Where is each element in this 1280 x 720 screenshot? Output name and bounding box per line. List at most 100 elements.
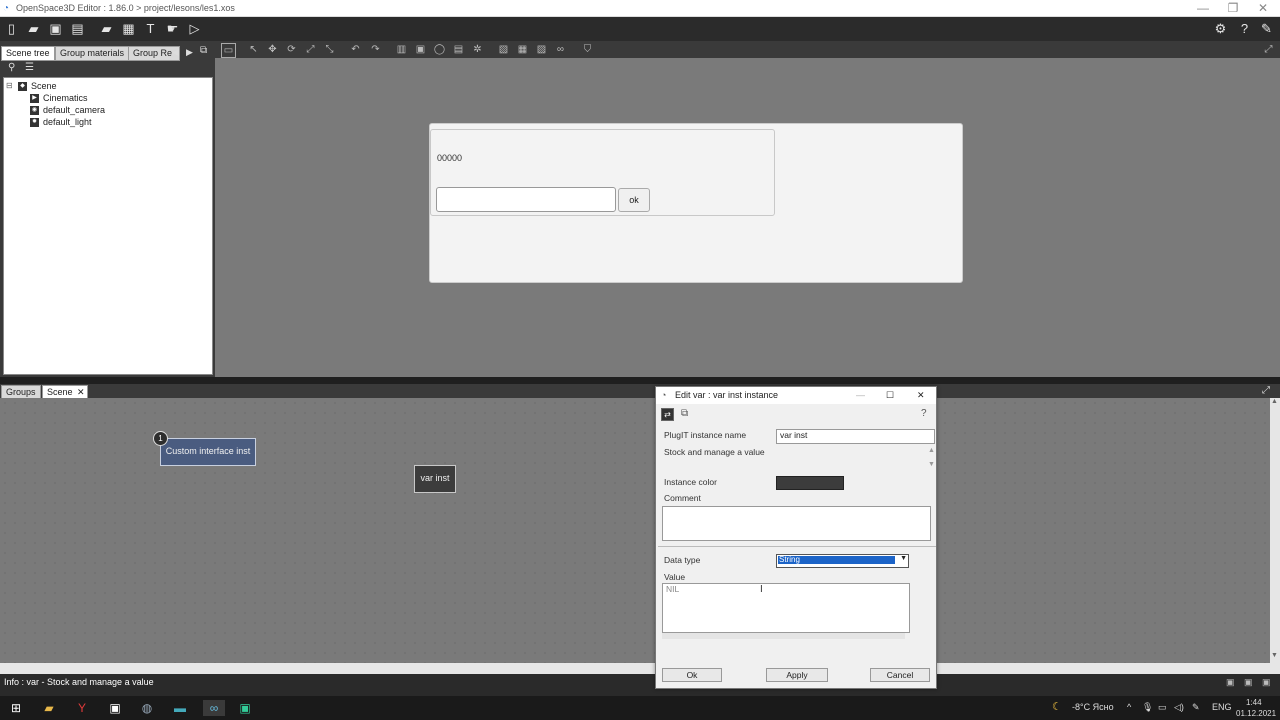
- volume-icon[interactable]: ◁): [1174, 702, 1184, 713]
- clock-time[interactable]: 1:44: [1246, 698, 1262, 707]
- sphere-icon[interactable]: ◯: [433, 43, 446, 56]
- panel-splitter[interactable]: [0, 377, 1280, 384]
- scale-icon[interactable]: ⤢: [304, 43, 317, 56]
- language-indicator[interactable]: ENG: [1212, 702, 1232, 712]
- node-var-inst[interactable]: var inst: [414, 465, 456, 493]
- microphone-icon[interactable]: 🎙: [1142, 702, 1153, 713]
- save-as-icon[interactable]: ▤: [69, 20, 86, 37]
- scroll-up-icon[interactable]: ▲: [1271, 398, 1278, 405]
- tab-scene-tree[interactable]: Scene tree: [1, 46, 55, 61]
- table-icon[interactable]: ▦: [120, 20, 137, 37]
- save-icon[interactable]: ▣: [47, 20, 64, 37]
- panel-ok-button[interactable]: ok: [618, 188, 650, 212]
- dialog-help-icon[interactable]: ?: [921, 408, 927, 419]
- move-icon[interactable]: ✥: [266, 43, 279, 56]
- network-icon[interactable]: ▭: [1158, 702, 1167, 713]
- collapse-icon[interactable]: ⊟: [6, 81, 13, 90]
- node-badge: 1: [153, 431, 168, 446]
- redo-icon[interactable]: ↷: [369, 43, 382, 56]
- dialog-maximize-button[interactable]: ☐: [886, 387, 894, 404]
- search-icon[interactable]: ⚲: [8, 62, 15, 73]
- restore-button[interactable]: ❐: [1218, 1, 1248, 15]
- panel-text-input[interactable]: [436, 187, 616, 212]
- panel-detach-icon[interactable]: ⧉: [200, 45, 207, 56]
- instance-name-field[interactable]: var inst: [776, 429, 935, 444]
- file-explorer-icon[interactable]: ▰: [41, 700, 57, 716]
- graph-vertical-scrollbar[interactable]: ▲ ▼: [1270, 398, 1280, 663]
- panel-icon[interactable]: ▨: [535, 43, 548, 56]
- clock-date[interactable]: 01.12.2021: [1236, 709, 1276, 718]
- text-tool-icon[interactable]: T: [142, 20, 159, 37]
- shield-icon[interactable]: ⛉: [581, 43, 594, 56]
- dialog-minimize-button[interactable]: —: [856, 387, 865, 404]
- frame-icon[interactable]: ▤: [452, 43, 465, 56]
- viewport-mode-icon[interactable]: ▭: [221, 43, 236, 58]
- list-view-icon[interactable]: ☰: [25, 62, 34, 73]
- snap-icon[interactable]: ✲: [471, 43, 484, 56]
- dialog-title: Edit var : var inst instance: [675, 390, 779, 400]
- tree-item-cinematics[interactable]: ▶ Cinematics: [30, 93, 88, 104]
- link-icon[interactable]: ∞: [554, 43, 567, 56]
- help-icon[interactable]: ?: [1236, 20, 1253, 37]
- dialog-copy-icon[interactable]: ⧉: [681, 408, 688, 419]
- plugit-graph-editor[interactable]: Custom interface inst 1 var inst: [0, 398, 1270, 663]
- cube-icon[interactable]: ▣: [414, 43, 427, 56]
- rotate-icon[interactable]: ⟳: [285, 43, 298, 56]
- comment-field[interactable]: [662, 506, 931, 541]
- pen-icon[interactable]: ✎: [1192, 702, 1200, 713]
- custom-interface-inner: 00000 ok: [430, 129, 775, 216]
- description-text: Stock and manage a value: [664, 447, 765, 457]
- chevron-down-icon[interactable]: ▼: [900, 555, 907, 562]
- app-green-icon[interactable]: ▣: [237, 700, 253, 716]
- windows-start-icon[interactable]: ⊞: [8, 700, 24, 716]
- apply-button[interactable]: Apply: [766, 668, 828, 682]
- node-custom-interface[interactable]: Custom interface inst: [160, 438, 256, 466]
- scroll-down-icon[interactable]: ▼: [1271, 652, 1278, 659]
- terminal-icon[interactable]: ▬: [172, 700, 188, 716]
- yandex-browser-icon[interactable]: Y: [74, 700, 90, 716]
- layout-icon[interactable]: ▧: [497, 43, 510, 56]
- tab-scroll-right-icon[interactable]: ▶: [186, 47, 193, 58]
- transform-icon[interactable]: ⤡: [323, 43, 336, 56]
- tree-item-default-camera[interactable]: ◉ default_camera: [30, 105, 105, 116]
- tree-item-scene[interactable]: ◆ Scene: [18, 81, 57, 92]
- undo-icon[interactable]: ↶: [349, 43, 362, 56]
- tab-scroll-left-icon[interactable]: ◀: [172, 47, 179, 58]
- open-folder-icon[interactable]: ▰: [25, 20, 42, 37]
- steam-icon[interactable]: ◍: [139, 700, 155, 716]
- value-textarea[interactable]: NIL: [662, 583, 910, 633]
- tree-item-default-light[interactable]: ✹ default_light: [30, 117, 92, 128]
- graph-horizontal-scrollbar[interactable]: [0, 663, 1280, 674]
- tab-group-materials[interactable]: Group materials: [55, 46, 130, 61]
- dialog-mode-icon[interactable]: ⇄: [661, 408, 674, 421]
- ok-button[interactable]: Ok: [662, 668, 722, 682]
- tools-icon[interactable]: ✎: [1258, 20, 1275, 37]
- camera-view-icon[interactable]: ▥: [395, 43, 408, 56]
- settings-gear-icon[interactable]: ⚙: [1212, 20, 1229, 37]
- main-toolbar: ▯ ▰ ▣ ▤ ▰ ▦ T ☛ ▷ ⚙ ? ✎: [0, 17, 1280, 41]
- instance-color-swatch[interactable]: [776, 476, 844, 490]
- new-file-icon[interactable]: ▯: [3, 20, 20, 37]
- grid-icon[interactable]: ▦: [516, 43, 529, 56]
- scroll-down-icon[interactable]: ▼: [928, 461, 935, 468]
- tray-chevron-up-icon[interactable]: ^: [1127, 702, 1131, 712]
- openspace3d-taskbar-icon[interactable]: ∞: [203, 700, 225, 716]
- data-type-select[interactable]: String ▼: [776, 554, 909, 568]
- import-icon[interactable]: ▰: [98, 20, 115, 37]
- minimize-button[interactable]: —: [1188, 1, 1218, 15]
- hand-icon[interactable]: ☛: [164, 20, 181, 37]
- value-horizontal-scrollbar[interactable]: [662, 633, 905, 639]
- close-button[interactable]: ✕: [1248, 1, 1278, 15]
- weather-text[interactable]: -8°C Ясно: [1072, 702, 1114, 712]
- close-tab-icon[interactable]: ✕: [77, 386, 85, 398]
- section-divider: [658, 546, 936, 547]
- media-app-icon[interactable]: ▣: [107, 700, 123, 716]
- select-arrow-icon[interactable]: ↖: [247, 43, 260, 56]
- maximize-viewport-icon[interactable]: ⤢: [1262, 43, 1275, 56]
- dialog-close-button[interactable]: ✕: [917, 387, 925, 404]
- cancel-button[interactable]: Cancel: [870, 668, 930, 682]
- graph-maximize-icon[interactable]: ⤢: [1262, 385, 1270, 396]
- play-icon[interactable]: ▷: [186, 20, 203, 37]
- scroll-up-icon[interactable]: ▲: [928, 447, 935, 454]
- viewport-3d[interactable]: ▭ ↖ ✥ ⟳ ⤢ ⤡ ↶ ↷ ▥ ▣ ◯ ▤ ✲ ▧ ▦ ▨ ∞ ⛉ ⤢ 00…: [215, 41, 1280, 377]
